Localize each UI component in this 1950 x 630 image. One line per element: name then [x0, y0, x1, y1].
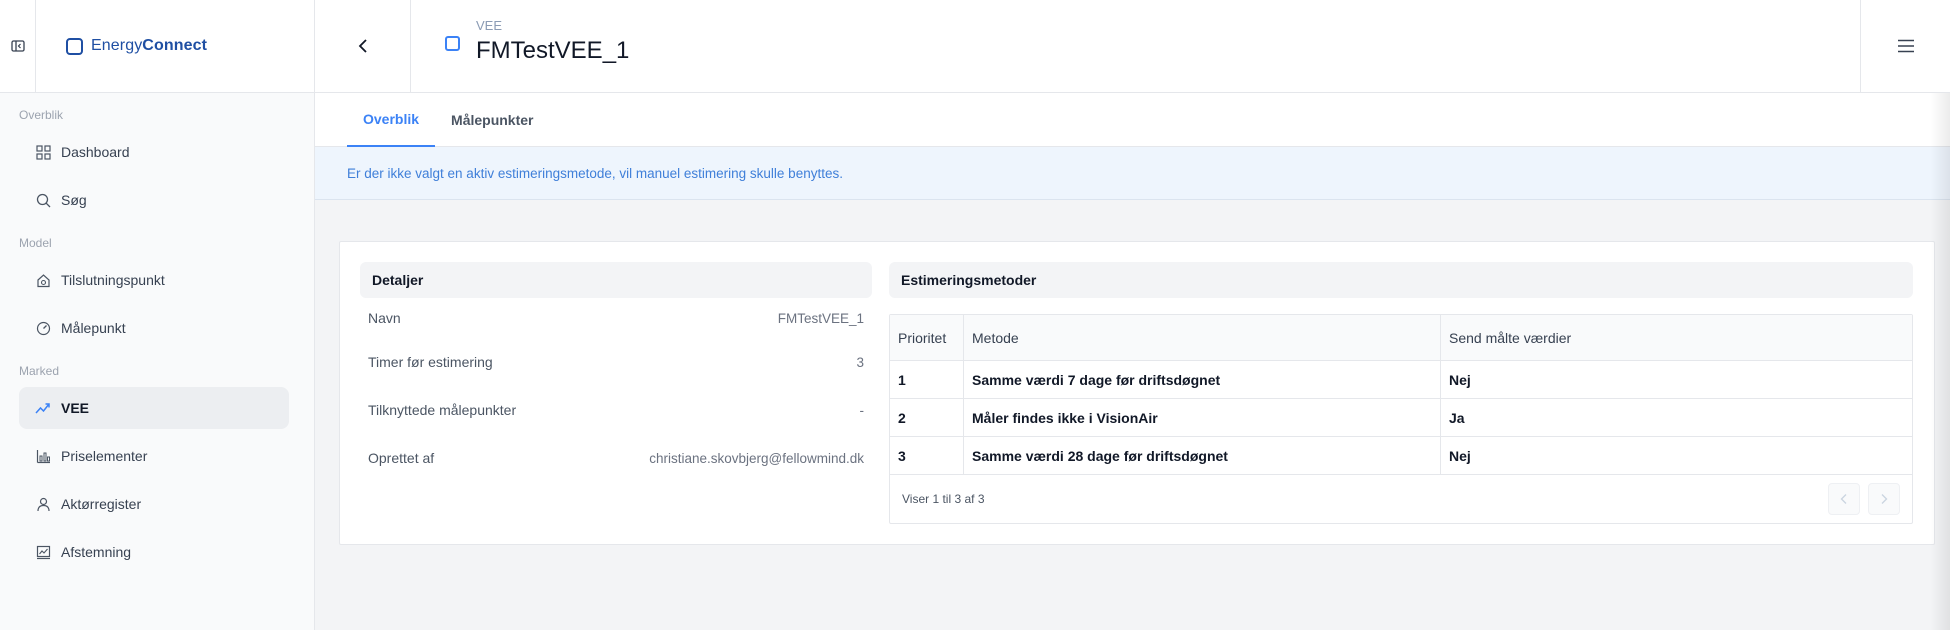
sidebar: EnergyConnect Overblik Dashboard Søg Mod… — [0, 0, 315, 630]
logo[interactable]: EnergyConnect — [36, 0, 207, 92]
tab-overblik[interactable]: Overblik — [347, 93, 436, 147]
sidebar-item-label: Dashboard — [61, 144, 130, 160]
cell-metode: Samme værdi 28 dage før driftsdøgnet — [964, 437, 1441, 474]
detail-key: Navn — [368, 310, 401, 326]
user-icon — [35, 496, 51, 512]
detail-value: - — [859, 402, 865, 418]
sidebar-collapse-icon — [10, 40, 25, 52]
house-icon — [35, 272, 51, 288]
cell-send: Nej — [1449, 371, 1471, 388]
gauge-icon — [35, 320, 51, 336]
detail-key: Timer før estimering — [368, 354, 493, 370]
scroll-shadow — [1930, 93, 1950, 630]
previous-page-button[interactable] — [1828, 483, 1860, 515]
methods-panel: Estimeringsmetoder Prioritet Metode Send… — [889, 262, 1913, 524]
info-banner: Er der ikke valgt en aktiv estimeringsme… — [315, 147, 1950, 200]
page-title-block: VEE FMTestVEE_1 — [445, 18, 629, 65]
sidebar-item-aktorregister[interactable]: Aktørregister — [19, 483, 289, 525]
sidebar-item-label: Søg — [61, 192, 87, 208]
detail-value: FMTestVEE_1 — [777, 310, 864, 326]
nav-section-marked: Marked — [19, 364, 60, 378]
sidebar-item-label: VEE — [61, 400, 90, 416]
chart-icon — [35, 544, 51, 560]
brand-bar: EnergyConnect — [0, 0, 314, 93]
column-header-send[interactable]: Send målte værdier — [1441, 315, 1912, 360]
cell-send: Ja — [1449, 409, 1465, 426]
detail-key: Oprettet af — [368, 450, 435, 466]
sidebar-item-vee[interactable]: VEE — [19, 387, 289, 429]
sidebar-item-label: Målepunkt — [61, 320, 126, 336]
chevron-left-icon — [358, 39, 367, 53]
back-button[interactable] — [315, 0, 411, 92]
table-row[interactable]: 3 Samme værdi 28 dage før driftsdøgnet N… — [890, 437, 1912, 475]
page-subtitle: VEE — [476, 18, 503, 33]
grid-icon — [35, 144, 51, 160]
cell-send: Nej — [1449, 447, 1471, 464]
nav-section-model: Model — [19, 236, 52, 250]
cell-metode: Måler findes ikke i VisionAir — [964, 399, 1441, 436]
sidebar-item-label: Afstemning — [61, 544, 132, 560]
column-header-prioritet[interactable]: Prioritet — [890, 315, 964, 360]
hamburger-menu-icon — [1897, 39, 1914, 53]
pagination-summary: Viser 1 til 3 af 3 — [902, 492, 985, 506]
cell-prioritet: 1 — [890, 361, 964, 398]
menu-button[interactable] — [1860, 0, 1950, 92]
cell-prioritet: 2 — [890, 399, 964, 436]
entity-icon — [445, 36, 460, 51]
page-title: FMTestVEE_1 — [476, 37, 630, 64]
table-footer: Viser 1 til 3 af 3 — [890, 475, 1912, 523]
tab-bar: Overblik Målepunkter — [315, 93, 1950, 147]
nav-section-overblik: Overblik — [19, 108, 64, 122]
sidebar-item-tilslutningspunkt[interactable]: Tilslutningspunkt — [19, 259, 289, 301]
methods-table: Prioritet Metode Send målte værdier 1 Sa… — [889, 314, 1913, 524]
bar-chart-icon — [35, 448, 51, 464]
sidebar-item-label: Aktørregister — [61, 496, 142, 512]
detail-value: 3 — [856, 354, 864, 370]
table-row[interactable]: 2 Måler findes ikke i VisionAir Ja — [890, 399, 1912, 437]
sidebar-nav: Overblik Dashboard Søg Model Tilslutning… — [0, 103, 314, 573]
table-row[interactable]: 1 Samme værdi 7 dage før driftsdøgnet Ne… — [890, 361, 1912, 399]
sidebar-item-priselementer[interactable]: Priselementer — [19, 435, 289, 477]
sidebar-item-label: Priselementer — [61, 448, 148, 464]
detail-row-tilknyttede: Tilknyttede målepunkter - — [360, 386, 872, 434]
overview-card: Detaljer Navn FMTestVEE_1 Timer før esti… — [339, 241, 1935, 545]
column-header-metode[interactable]: Metode — [964, 315, 1441, 360]
brand-name-bold: Connect — [142, 37, 207, 54]
next-page-button[interactable] — [1868, 483, 1900, 515]
detail-key: Tilknyttede målepunkter — [368, 402, 517, 418]
methods-title: Estimeringsmetoder — [889, 262, 1913, 298]
details-title: Detaljer — [360, 262, 872, 298]
info-banner-text: Er der ikke valgt en aktiv estimeringsme… — [347, 165, 843, 181]
sidebar-item-search[interactable]: Søg — [19, 179, 289, 221]
trend-icon — [35, 400, 51, 416]
collapse-sidebar-button[interactable] — [0, 0, 36, 92]
detail-row-timer: Timer før estimering 3 — [360, 338, 872, 386]
tab-malepunkter[interactable]: Målepunkter — [435, 93, 549, 147]
detail-row-navn: Navn FMTestVEE_1 — [360, 298, 872, 338]
cell-metode: Samme værdi 7 dage før driftsdøgnet — [964, 361, 1441, 398]
logo-mark-icon — [66, 37, 83, 55]
sidebar-item-afstemning[interactable]: Afstemning — [19, 531, 289, 573]
detail-value: christiane.skovbjerg@fellowmind.dk — [649, 450, 864, 466]
table-header-row: Prioritet Metode Send målte værdier — [890, 315, 1912, 361]
page-header: VEE FMTestVEE_1 — [315, 0, 1950, 93]
sidebar-item-malepunkt[interactable]: Målepunkt — [19, 307, 289, 349]
pagination-controls — [1828, 483, 1900, 515]
cell-prioritet: 3 — [890, 437, 964, 474]
sidebar-item-dashboard[interactable]: Dashboard — [19, 131, 289, 173]
chevron-right-icon — [1881, 494, 1888, 504]
brand-name-light: Energy — [91, 37, 143, 54]
details-panel: Detaljer Navn FMTestVEE_1 Timer før esti… — [360, 262, 872, 482]
search-icon — [35, 192, 51, 208]
chevron-left-icon — [1840, 494, 1847, 504]
detail-row-oprettet: Oprettet af christiane.skovbjerg@fellowm… — [360, 434, 872, 482]
sidebar-item-label: Tilslutningspunkt — [61, 272, 165, 288]
